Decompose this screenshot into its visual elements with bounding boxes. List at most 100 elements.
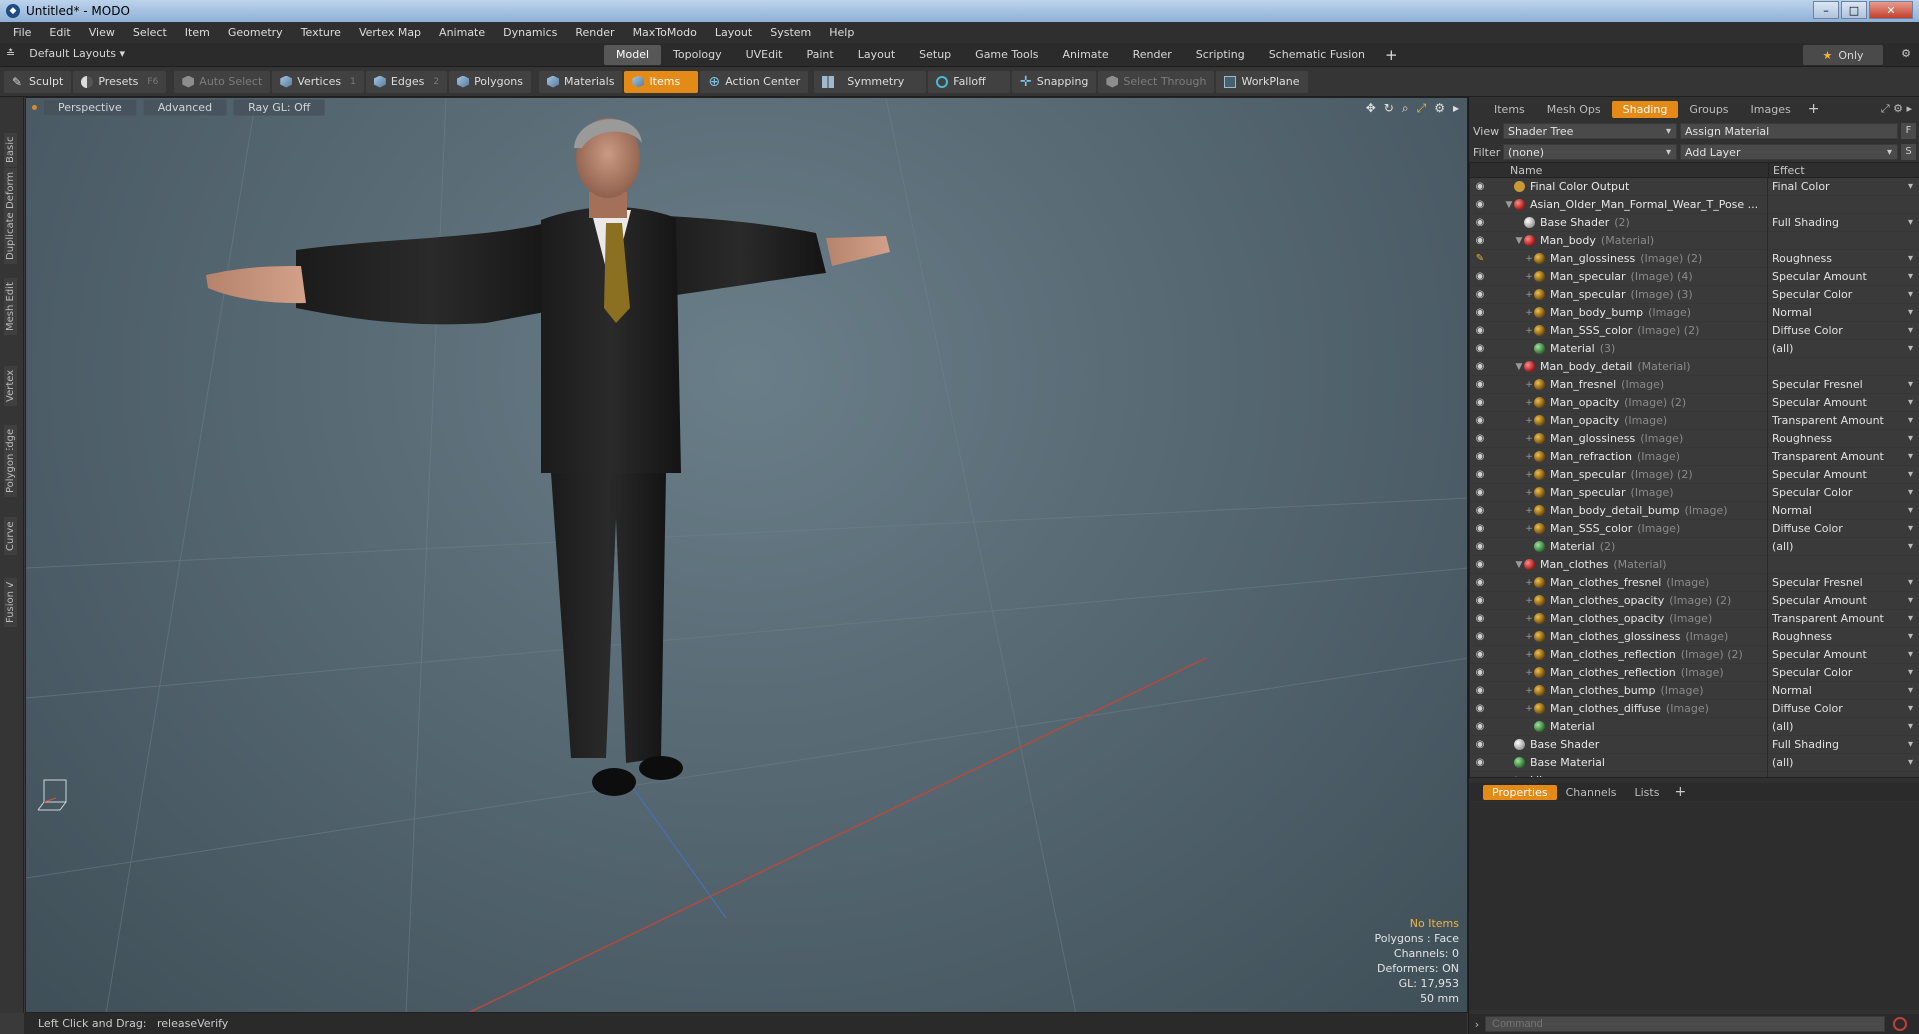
tree-row[interactable]: ◉ Final Color Output Final Color [1470,177,1919,196]
falloff-button[interactable]: Falloff [928,70,1010,93]
effect-select[interactable]: Specular Amount [1768,646,1919,664]
tree-row[interactable]: ◉ + Man_clothes_glossiness (Image) Roughness [1470,627,1919,646]
expand-plus-icon[interactable]: + [1524,614,1534,624]
menu-texture[interactable]: Texture [292,26,350,39]
tree-row[interactable]: ◉ + Man_specular (Image) Specular Color [1470,483,1919,502]
expand-plus-icon[interactable]: + [1524,272,1534,282]
left-tab-duplicate[interactable]: Duplicate [4,208,17,265]
tree-row[interactable]: ◉ Base Shader (2) Full Shading [1470,213,1919,232]
expand-plus-icon[interactable]: + [1524,380,1534,390]
menu-select[interactable]: Select [124,26,176,39]
tree-row[interactable]: ◉ + Man_glossiness (Image) Roughness [1470,429,1919,448]
layout-tab-schematic-fusion[interactable]: Schematic Fusion [1257,45,1377,65]
panel-tab-items[interactable]: Items [1483,101,1536,118]
tree-row[interactable]: ◉ + Man_SSS_color (Image) (2) Diffuse Color [1470,321,1919,340]
expand-plus-icon[interactable]: + [1524,524,1534,534]
expand-plus-icon[interactable]: + [1524,290,1534,300]
visibility-eye-icon[interactable]: ◉ [1470,361,1490,372]
3d-viewport[interactable]: Perspective Advanced Ray GL: Off ✥ ↻ ⌕ ⤢… [25,97,1468,1013]
effect-select[interactable]: Specular Amount [1768,592,1919,610]
viewport-gear-icon[interactable]: ⚙ [1434,101,1445,116]
tree-row[interactable]: Library [1470,771,1919,777]
visibility-eye-icon[interactable]: ◉ [1470,523,1490,534]
effect-column-header[interactable]: Effect [1768,163,1919,178]
tree-row[interactable]: ◉ + Man_clothes_reflection (Image) (2) Specu… [1470,645,1919,664]
tree-row[interactable]: ◉ + Man_clothes_opacity (Image) (2) Specular… [1470,591,1919,610]
name-column-header[interactable]: Name [1470,164,1768,177]
layout-tab-setup[interactable]: Setup [907,45,963,65]
left-tab-curve[interactable]: Curve [4,517,17,555]
menu-view[interactable]: View [80,26,124,39]
vertices-button[interactable]: Vertices 1 [272,70,364,93]
visibility-eye-icon[interactable]: ◉ [1470,685,1490,696]
zoom-icon[interactable]: ⌕ [1402,101,1409,116]
tree-row[interactable]: ◉ Base Shader Full Shading [1470,735,1919,754]
visibility-eye-icon[interactable]: ◉ [1470,613,1490,624]
expand-plus-icon[interactable]: + [1524,434,1534,444]
effect-select[interactable]: (all) [1768,718,1919,736]
expand-plus-icon[interactable]: + [1524,488,1534,498]
close-button[interactable]: ✕ [1869,1,1913,19]
bottom-tab-lists[interactable]: Lists [1626,785,1669,800]
menu-layout[interactable]: Layout [706,26,761,39]
tree-row[interactable]: ◉ ▼ Man_clothes (Material) [1470,555,1919,574]
command-history-icon[interactable]: › [1469,1018,1485,1031]
panel-tab-shading[interactable]: Shading [1611,100,1679,118]
visibility-eye-icon[interactable]: ◉ [1470,487,1490,498]
expand-plus-icon[interactable]: + [1524,650,1534,660]
visibility-eye-icon[interactable]: ◉ [1470,649,1490,660]
visibility-eye-icon[interactable]: ◉ [1470,235,1490,246]
visibility-eye-icon[interactable]: ◉ [1470,703,1490,714]
visibility-eye-icon[interactable]: ◉ [1470,739,1490,750]
items-button[interactable]: Items [624,70,699,93]
tree-row[interactable]: ◉ + Man_specular (Image) (2) Specular Amount [1470,465,1919,484]
effect-select[interactable]: Diffuse Color [1768,322,1919,340]
effect-select[interactable]: Final Color [1768,178,1919,196]
left-tab-deform[interactable]: Deform [4,167,17,213]
expand-plus-icon[interactable]: + [1524,254,1534,264]
filter-select[interactable]: (none) [1503,144,1677,160]
materials-button[interactable]: Materials [539,70,623,93]
collapse-arrow-icon[interactable]: ▼ [1514,236,1524,246]
viewport-expand-icon[interactable]: ▸ [1453,101,1459,116]
tree-row[interactable]: ✎ + Man_glossiness (Image) (2) Roughness [1470,249,1919,268]
tree-row[interactable]: ◉ Base Material (all) [1470,753,1919,772]
tree-row[interactable]: ◉ + Man_SSS_color (Image) Diffuse Color [1470,519,1919,538]
perspective-button[interactable]: Perspective [43,99,137,116]
tree-row[interactable]: ◉ ▼ Man_body_detail (Material) [1470,357,1919,376]
raygl-button[interactable]: Ray GL: Off [233,99,326,116]
layout-tab-game-tools[interactable]: Game Tools [963,45,1050,65]
tree-row[interactable]: ◉ + Man_clothes_opacity (Image) Transparent … [1470,609,1919,628]
add-layout-tab-button[interactable]: + [1377,45,1406,65]
visibility-eye-icon[interactable]: ◉ [1470,379,1490,390]
tree-row[interactable]: ◉ + Man_opacity (Image) Transparent Amount [1470,411,1919,430]
layout-tab-animate[interactable]: Animate [1051,45,1121,65]
effect-select[interactable]: Roughness [1768,250,1919,268]
menu-file[interactable]: File [4,26,40,39]
add-tab-button[interactable]: + [1802,101,1826,117]
visibility-eye-icon[interactable]: ◉ [1470,451,1490,462]
effect-select[interactable]: Diffuse Color [1768,700,1919,718]
effect-select[interactable]: Specular Color [1768,286,1919,304]
menu-item[interactable]: Item [176,26,219,39]
paint-brush-icon[interactable]: ✎ [1470,253,1490,264]
visibility-eye-icon[interactable]: ◉ [1470,631,1490,642]
tree-row[interactable]: ◉ + Man_clothes_fresnel (Image) Specular Fre… [1470,573,1919,592]
expand-plus-icon[interactable]: + [1524,398,1534,408]
tree-row[interactable]: ◉ + Man_clothes_bump (Image) Normal [1470,681,1919,700]
layout-tab-model[interactable]: Model [604,45,662,65]
tree-row[interactable]: ◉ + Man_fresnel (Image) Specular Fresnel [1470,375,1919,394]
visibility-eye-icon[interactable]: ◉ [1470,577,1490,588]
effect-select[interactable]: Specular Fresnel [1768,376,1919,394]
default-layouts-select[interactable]: Default Layouts ▾ [29,47,125,60]
effect-select[interactable]: Roughness [1768,430,1919,448]
effect-select[interactable]: Specular Color [1768,484,1919,502]
visibility-eye-icon[interactable]: ◉ [1470,559,1490,570]
visibility-eye-icon[interactable]: ◉ [1470,433,1490,444]
visibility-eye-icon[interactable]: ◉ [1470,199,1490,210]
expand-plus-icon[interactable]: + [1524,470,1534,480]
layout-tab-topology[interactable]: Topology [661,45,734,65]
effect-select[interactable]: Diffuse Color [1768,520,1919,538]
s-button[interactable]: S [1901,144,1916,160]
viewport-menu-dot-icon[interactable] [32,105,37,110]
